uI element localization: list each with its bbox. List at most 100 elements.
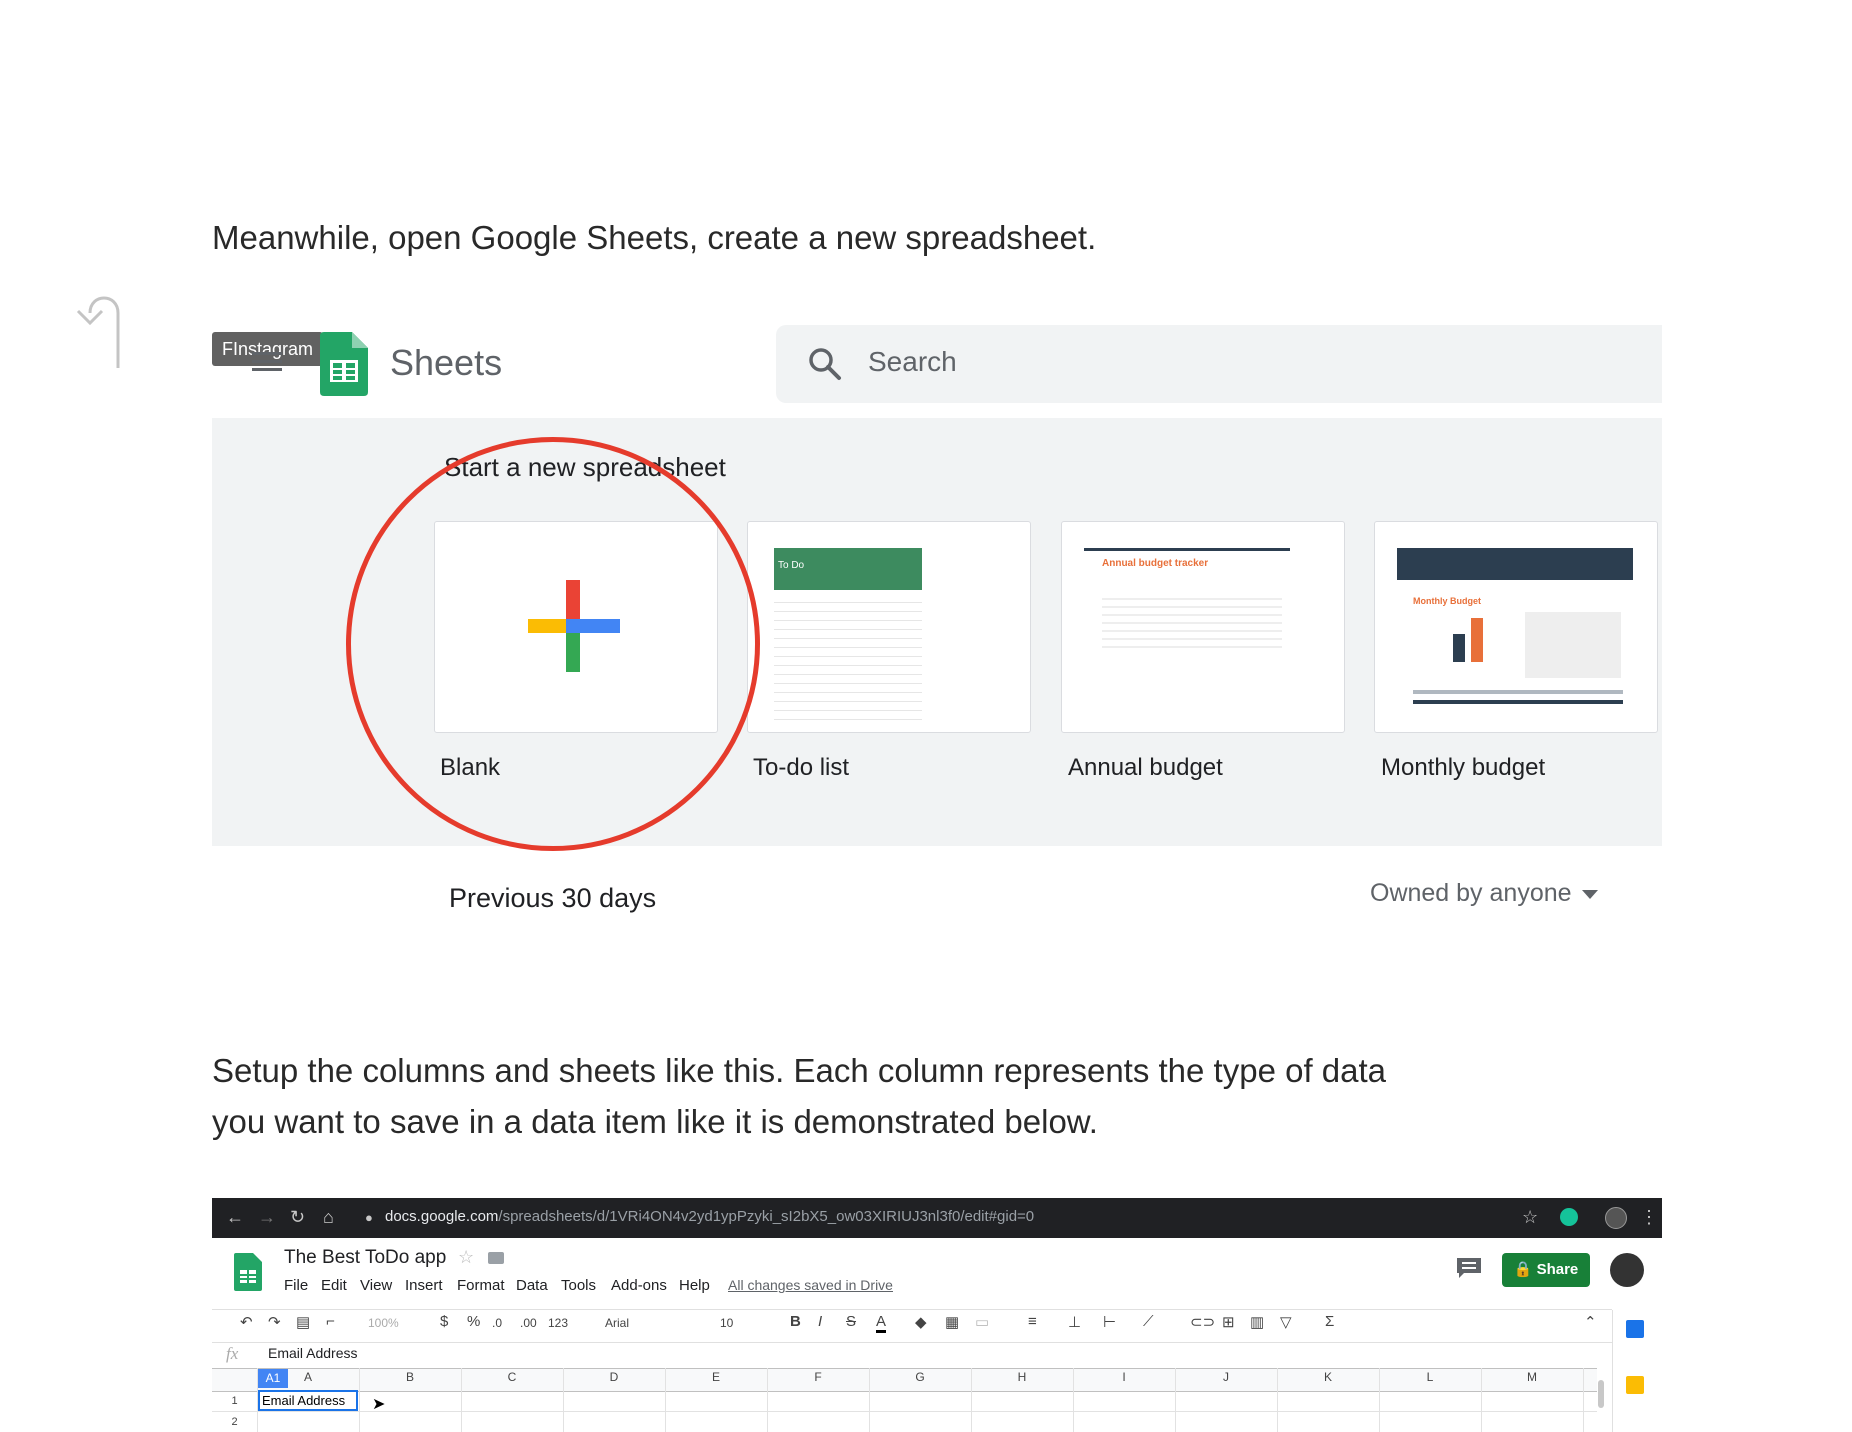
bold-button[interactable]: B (790, 1313, 801, 1330)
paragraph-setup-line1: Setup the columns and sheets like this. … (212, 1052, 1387, 1089)
link-icon[interactable]: ⊂⊃ (1190, 1313, 1215, 1331)
dropdown-caret-icon[interactable] (1582, 890, 1598, 899)
sheets-doc-logo-icon[interactable] (234, 1253, 262, 1291)
currency-button[interactable]: $ (440, 1313, 448, 1330)
more-formats-button[interactable]: 123 (548, 1316, 568, 1330)
font-size-select[interactable]: 10 (720, 1316, 733, 1330)
menu-tools[interactable]: Tools (561, 1277, 596, 1294)
calendar-icon[interactable] (1626, 1320, 1644, 1338)
borders-icon[interactable]: ▦ (945, 1313, 959, 1331)
column-header-H[interactable]: H (972, 1370, 1072, 1384)
folder-icon[interactable] (488, 1252, 504, 1264)
row-header-2[interactable]: 2 (212, 1416, 257, 1428)
star-doc-icon[interactable]: ☆ (458, 1247, 474, 1268)
profile-icon[interactable] (1605, 1207, 1627, 1229)
grid-line (971, 1368, 972, 1432)
merge-cells-icon[interactable]: ▭ (975, 1313, 989, 1331)
document-title[interactable]: The Best ToDo app (284, 1247, 446, 1269)
fill-color-icon[interactable]: ◆ (915, 1313, 927, 1331)
forward-icon[interactable]: → (258, 1207, 276, 1228)
column-header-D[interactable]: D (564, 1370, 664, 1384)
column-header-I[interactable]: I (1074, 1370, 1174, 1384)
percent-button[interactable]: % (467, 1313, 480, 1330)
menu-file[interactable]: File (284, 1277, 308, 1294)
template-label-annual-budget[interactable]: Annual budget (1068, 754, 1223, 782)
print-icon[interactable]: ▤ (296, 1313, 310, 1331)
vertical-scrollbar[interactable] (1598, 1380, 1604, 1408)
vertical-align-icon[interactable]: ⊥ (1068, 1313, 1081, 1331)
owner-filter[interactable]: Owned by anyone (1370, 879, 1572, 908)
side-panel-divider (1612, 1310, 1613, 1432)
save-status[interactable]: All changes saved in Drive (728, 1277, 893, 1293)
align-left-icon[interactable]: ≡ (1028, 1313, 1037, 1330)
column-header-F[interactable]: F (768, 1370, 868, 1384)
italic-button[interactable]: I (818, 1313, 822, 1330)
functions-icon[interactable]: Σ (1325, 1313, 1334, 1330)
grid-line (1583, 1368, 1584, 1432)
column-header-G[interactable]: G (870, 1370, 970, 1384)
url-path: /spreadsheets/d/1VRi4ON4v2yd1ypPzyki_sI2… (498, 1208, 1035, 1225)
column-header-J[interactable]: J (1176, 1370, 1276, 1384)
monthly-thumb-title: Monthly Budget (1413, 596, 1481, 606)
column-header-A[interactable]: A (258, 1370, 358, 1384)
search-icon[interactable] (808, 347, 842, 381)
column-header-L[interactable]: L (1380, 1370, 1480, 1384)
template-todo[interactable]: To Do (747, 521, 1031, 733)
address-bar[interactable]: docs.google.com/spreadsheets/d/1VRi4ON4v… (385, 1208, 1034, 1225)
keep-icon[interactable] (1626, 1376, 1644, 1394)
menu-edit[interactable]: Edit (321, 1277, 347, 1294)
undo-icon[interactable]: ↶ (240, 1313, 253, 1331)
menu-insert[interactable]: Insert (405, 1277, 443, 1294)
decrease-decimal-button[interactable]: .0 (492, 1316, 502, 1330)
menu-icon[interactable] (252, 352, 282, 374)
chart-icon[interactable]: ▥ (1250, 1313, 1264, 1331)
grid-line (1277, 1368, 1278, 1432)
menu-addons[interactable]: Add-ons (611, 1277, 667, 1294)
share-button[interactable]: 🔒 Share (1502, 1253, 1590, 1287)
paragraph-intro: Meanwhile, open Google Sheets, create a … (212, 219, 1097, 256)
paint-format-icon[interactable]: ⌐ (326, 1313, 335, 1330)
column-header-C[interactable]: C (462, 1370, 562, 1384)
grid-line (212, 1411, 1597, 1412)
template-label-monthly-budget[interactable]: Monthly budget (1381, 754, 1545, 782)
column-header-B[interactable]: B (360, 1370, 460, 1384)
text-rotation-icon[interactable]: ⟋ (1143, 1313, 1154, 1330)
font-select[interactable]: Arial (605, 1316, 629, 1330)
comment-insert-icon[interactable]: ⊞ (1222, 1313, 1235, 1331)
avatar[interactable] (1610, 1253, 1644, 1287)
menu-view[interactable]: View (360, 1277, 392, 1294)
column-header-M[interactable]: M (1482, 1370, 1582, 1384)
recent-section-label: Previous 30 days (449, 883, 657, 913)
column-header-E[interactable]: E (666, 1370, 766, 1384)
template-annual-budget[interactable]: Annual budget tracker (1061, 521, 1345, 733)
comment-icon[interactable] (1456, 1257, 1482, 1279)
template-label-todo[interactable]: To-do list (753, 754, 849, 782)
filter-icon[interactable]: ▽ (1280, 1313, 1292, 1331)
column-header-K[interactable]: K (1278, 1370, 1378, 1384)
template-monthly-budget[interactable]: Monthly Budget (1374, 521, 1658, 733)
menu-help[interactable]: Help (679, 1277, 710, 1294)
zoom-select[interactable]: 100% (368, 1316, 399, 1330)
extension-icon[interactable] (1560, 1208, 1578, 1226)
back-icon[interactable]: ← (226, 1207, 244, 1228)
increase-decimal-button[interactable]: .00 (520, 1316, 537, 1330)
search-input[interactable]: Search (868, 346, 957, 378)
star-icon[interactable]: ☆ (1522, 1207, 1538, 1228)
text-color-button[interactable]: A (876, 1313, 887, 1333)
grid-line (1073, 1368, 1074, 1432)
menu-data[interactable]: Data (516, 1277, 548, 1294)
strikethrough-button[interactable]: S (846, 1313, 856, 1330)
reload-icon[interactable]: ↻ (290, 1207, 305, 1228)
formula-input[interactable]: Email Address (268, 1345, 357, 1361)
template-label-blank[interactable]: Blank (440, 754, 500, 782)
menu-format[interactable]: Format (457, 1277, 505, 1294)
redo-icon[interactable]: ↷ (268, 1313, 281, 1331)
cell-A1[interactable]: Email Address (258, 1390, 358, 1411)
divider (212, 1309, 1612, 1310)
more-menu-icon[interactable]: ⋮ (1640, 1207, 1658, 1228)
reply-arrow-icon[interactable] (70, 283, 130, 373)
row-header-1[interactable]: 1 (212, 1395, 257, 1407)
home-icon[interactable]: ⌂ (323, 1207, 334, 1228)
text-wrap-icon[interactable]: ⊢ (1103, 1313, 1116, 1331)
collapse-icon[interactable]: ⌃ (1584, 1313, 1597, 1331)
